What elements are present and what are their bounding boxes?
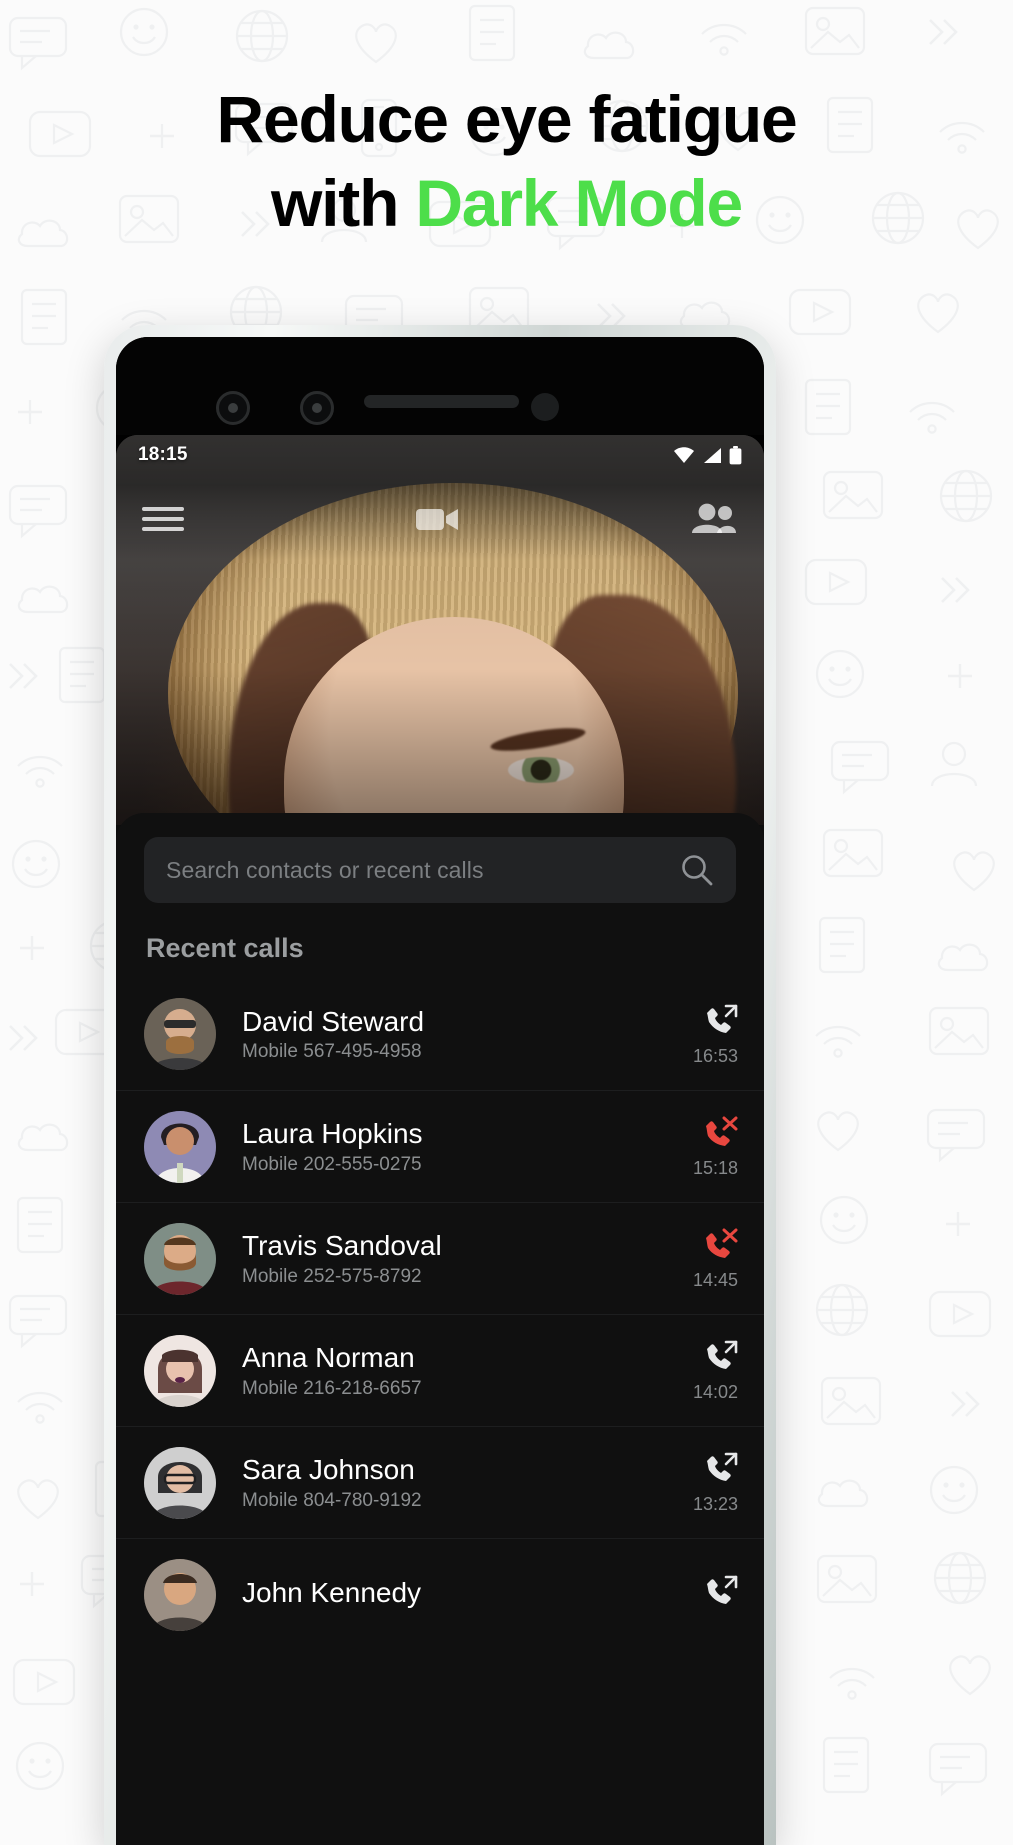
contacts-group-icon[interactable]	[690, 502, 738, 536]
avatar	[144, 1334, 216, 1407]
phone-top-bezel	[116, 337, 764, 435]
promo-headline: Reduce eye fatigue with Dark Mode	[0, 78, 1013, 246]
headline-accent-text: Dark Mode	[415, 165, 743, 240]
battery-icon	[729, 445, 742, 464]
call-item-status: 15:18	[672, 1114, 738, 1179]
contact-number: Mobile 216-218-6657	[242, 1377, 422, 1399]
status-bar-icons	[673, 445, 742, 465]
contact-name: Sara Johnson	[242, 1454, 415, 1486]
call-item-text: Sara Johnson Mobile 804-780-9192	[216, 1453, 672, 1511]
call-list-item[interactable]: John Kennedy	[116, 1538, 764, 1650]
search-input[interactable]: Search contacts or recent calls	[166, 857, 680, 884]
front-camera-secondary-icon	[300, 391, 334, 425]
missed-call-icon	[706, 1228, 738, 1258]
video-camera-icon[interactable]	[414, 502, 460, 536]
headline-line-1: Reduce eye fatigue	[216, 82, 798, 156]
search-bar[interactable]: Search contacts or recent calls	[144, 837, 736, 903]
proximity-sensor-icon	[531, 393, 559, 421]
avatar	[144, 1222, 216, 1295]
status-bar-clock: 18:15	[138, 444, 188, 465]
call-item-text: Anna Norman Mobile 216-218-6657	[216, 1341, 672, 1399]
headline-line-2-prefix: with	[271, 165, 416, 240]
contact-number: Mobile 252-575-8792	[242, 1265, 422, 1287]
call-list-item[interactable]: David Steward Mobile 567-495-4958 16:53	[116, 978, 764, 1090]
app-top-bar	[116, 481, 764, 557]
call-time: 14:02	[692, 1382, 738, 1402]
search-icon[interactable]	[680, 853, 714, 887]
call-item-status: 14:45	[672, 1226, 738, 1291]
contact-number: Mobile 202-555-0275	[242, 1153, 422, 1175]
call-list-item[interactable]: Anna Norman Mobile 216-218-6657 14:02	[116, 1314, 764, 1426]
call-list-item[interactable]: Laura Hopkins Mobile 202-555-0275 15:18	[116, 1090, 764, 1202]
wifi-icon	[674, 446, 694, 463]
missed-call-icon	[706, 1116, 738, 1146]
call-list-item[interactable]: Travis Sandoval Mobile 252-575-8792 14:4…	[116, 1202, 764, 1314]
call-item-status: 13:23	[672, 1450, 738, 1515]
contact-name: David Steward	[242, 1005, 425, 1037]
contact-name: Anna Norman	[242, 1342, 415, 1374]
phone-screen: 18:15 Search contacts or recent calls Re…	[116, 337, 764, 1845]
contact-name: Travis Sandoval	[242, 1230, 442, 1262]
call-item-text: David Steward Mobile 567-495-4958	[216, 1005, 672, 1063]
call-item-text: Laura Hopkins Mobile 202-555-0275	[216, 1117, 672, 1175]
earpiece-speaker	[364, 395, 519, 408]
content-sheet: Search contacts or recent calls Recent c…	[116, 813, 764, 1845]
call-time: 14:45	[692, 1270, 738, 1290]
outgoing-call-icon	[707, 1575, 738, 1604]
contact-name: Laura Hopkins	[242, 1118, 423, 1150]
call-item-text: Travis Sandoval Mobile 252-575-8792	[216, 1229, 672, 1287]
app-viewport: 18:15 Search contacts or recent calls Re…	[116, 435, 764, 1845]
phone-mockup: 18:15 Search contacts or recent calls Re…	[104, 325, 776, 1845]
signal-icon	[704, 447, 721, 463]
outgoing-call-icon	[707, 1452, 738, 1481]
recent-calls-heading: Recent calls	[146, 933, 304, 963]
call-time: 15:18	[692, 1158, 738, 1178]
outgoing-call-icon	[707, 1004, 738, 1033]
call-time: 13:23	[692, 1494, 738, 1514]
avatar	[144, 1110, 216, 1183]
call-item-status	[672, 1573, 738, 1617]
contact-number: Mobile 567-495-4958	[242, 1041, 422, 1063]
avatar	[144, 1446, 216, 1519]
avatar	[144, 1558, 216, 1631]
front-camera-icon	[216, 391, 250, 425]
call-list-item[interactable]: Sara Johnson Mobile 804-780-9192 13:23	[116, 1426, 764, 1538]
contact-name: John Kennedy	[242, 1577, 422, 1609]
status-bar: 18:15	[116, 435, 764, 475]
call-item-status: 14:02	[672, 1338, 738, 1403]
call-time: 16:53	[692, 1045, 738, 1066]
contact-number: Mobile 804-780-9192	[242, 1489, 422, 1511]
outgoing-call-icon	[707, 1340, 738, 1369]
avatar	[144, 998, 216, 1070]
hamburger-menu-icon[interactable]	[142, 504, 184, 534]
call-item-text: John Kennedy	[216, 1576, 672, 1612]
recent-calls-list: David Steward Mobile 567-495-4958 16:53	[116, 978, 764, 1650]
call-item-status: 16:53	[672, 1002, 738, 1067]
